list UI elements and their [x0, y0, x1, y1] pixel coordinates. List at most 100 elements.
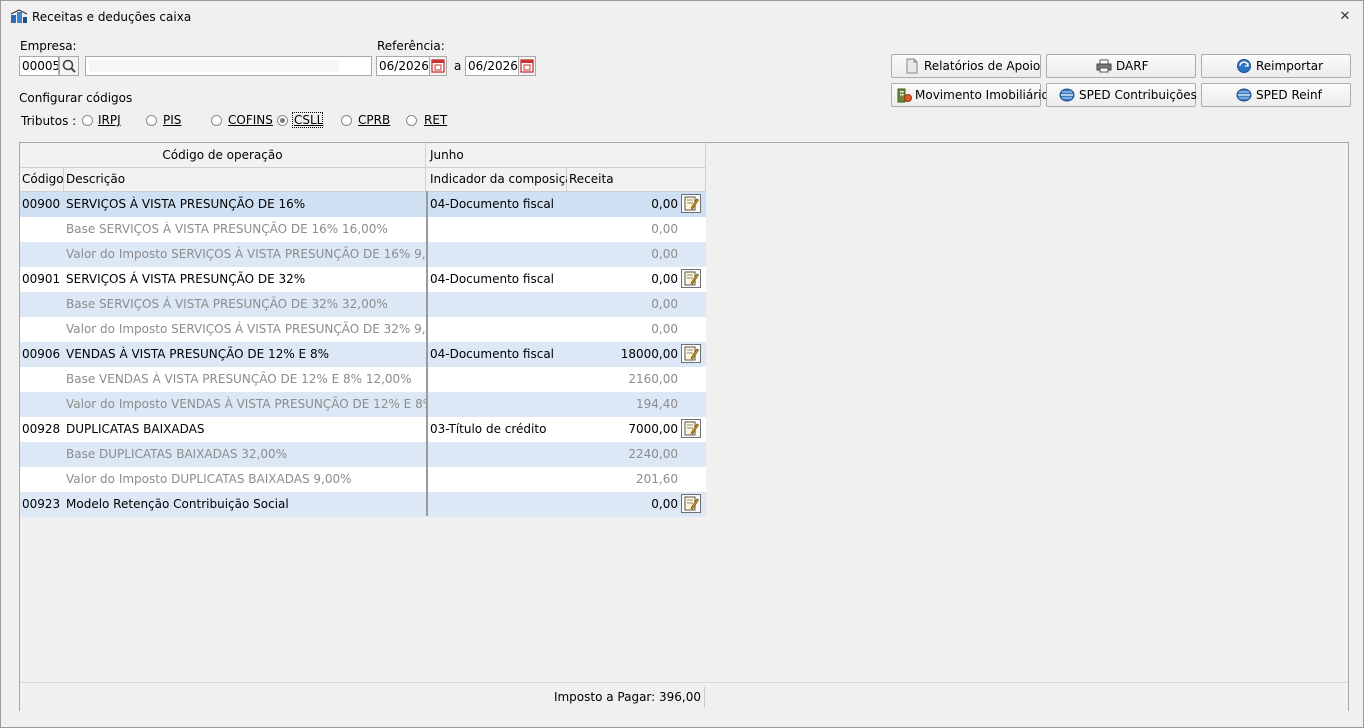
sped-reinf-button[interactable]: SPED Reinf: [1201, 83, 1351, 107]
cell-indicador: 03-Título de crédito: [430, 422, 547, 436]
relatorios-apoio-label: Relatórios de Apoio: [924, 59, 1041, 73]
cell-indicador: [430, 492, 567, 517]
referencia-separator: a: [454, 59, 462, 73]
radio-cofins-label[interactable]: COFINS: [228, 113, 273, 127]
column-header-descricao[interactable]: Descrição: [64, 168, 426, 192]
calendar-icon: [431, 59, 445, 73]
cell-descricao: Valor do Imposto SERVIÇOS Á VISTA PRESUN…: [66, 322, 426, 336]
data-grid[interactable]: Código de operação Junho Código Descriçã…: [19, 142, 1349, 711]
cell-codigo: [22, 242, 64, 267]
referencia-from-input[interactable]: 06/2026: [376, 56, 430, 76]
configurar-codigos-label: Configurar códigos: [19, 91, 133, 105]
edit-icon: [684, 496, 699, 511]
table-row[interactable]: Valor do Imposto DUPLICATAS BAIXADAS 9,0…: [20, 467, 706, 492]
reimportar-button[interactable]: Reimportar: [1201, 54, 1351, 78]
cell-descricao: Valor do Imposto DUPLICATAS BAIXADAS 9,0…: [66, 472, 352, 486]
column-header-codigo[interactable]: Código: [20, 168, 64, 192]
table-row[interactable]: Base VENDAS À VISTA PRESUNÇÃO DE 12% E 8…: [20, 367, 706, 392]
radio-cofins[interactable]: [211, 115, 222, 126]
table-row[interactable]: Valor do Imposto SERVIÇOS Á VISTA PRESUN…: [20, 317, 706, 342]
relatorios-apoio-button[interactable]: Relatórios de Apoio: [891, 54, 1041, 78]
radio-pis[interactable]: [146, 115, 157, 126]
document-icon: [906, 58, 918, 74]
table-row[interactable]: Base DUPLICATAS BAIXADAS 32,00% 2240,00: [20, 442, 706, 467]
cell-receita: 0,00: [651, 197, 678, 211]
printer-icon: [1096, 59, 1112, 73]
movimento-imobiliario-label: Movimento Imobiliário: [915, 88, 1049, 102]
sped-icon: [1059, 88, 1075, 102]
main-window: Receitas e deduções caixa ✕ Empresa: 000…: [0, 0, 1364, 728]
cell-codigo: 00900: [22, 197, 61, 211]
cell-receita: 2240,00: [628, 447, 678, 461]
table-row[interactable]: Base SERVIÇOS Á VISTA PRESUNÇÃO DE 32% 3…: [20, 292, 706, 317]
refresh-globe-icon: [1237, 59, 1251, 73]
cell-codigo: [22, 292, 64, 317]
column-header-receita[interactable]: Receita: [567, 168, 706, 192]
grid-footer: Imposto a Pagar: 396,00: [20, 682, 1348, 711]
table-row[interactable]: 00900 SERVIÇOS À VISTA PRESUNÇÃO DE 16% 04…: [20, 192, 706, 217]
cell-descricao: SERVIÇOS Á VISTA PRESUNÇÃO DE 32%: [66, 272, 306, 286]
sped-icon: [1236, 88, 1252, 102]
radio-irpj[interactable]: [82, 115, 93, 126]
edit-button[interactable]: [681, 194, 701, 213]
calendar-icon: [520, 59, 534, 73]
cell-indicador: [430, 217, 567, 242]
radio-ret-label[interactable]: RET: [424, 113, 447, 127]
empresa-name-input[interactable]: [85, 56, 372, 76]
cell-codigo: [22, 217, 64, 242]
edit-button[interactable]: [681, 344, 701, 363]
empresa-code-input[interactable]: 00005: [19, 56, 59, 76]
column-separator: [426, 191, 428, 516]
edit-icon: [684, 271, 699, 286]
table-row[interactable]: Base SERVIÇOS À VISTA PRESUNÇÃO DE 16% 1…: [20, 217, 706, 242]
darf-label: DARF: [1116, 59, 1149, 73]
cell-descricao: Valor do Imposto VENDAS À VISTA PRESUNÇÃ…: [66, 397, 426, 411]
darf-button[interactable]: DARF: [1046, 54, 1196, 78]
cell-codigo: 00928: [22, 422, 61, 436]
table-row[interactable]: 00906 VENDAS À VISTA PRESUNÇÃO DE 12% E 8…: [20, 342, 706, 367]
radio-cprb[interactable]: [341, 115, 352, 126]
edit-button[interactable]: [681, 494, 701, 513]
movimento-imobiliario-button[interactable]: Movimento Imobiliário: [891, 83, 1049, 107]
table-row[interactable]: Valor do Imposto VENDAS À VISTA PRESUNÇÃ…: [20, 392, 706, 417]
cell-receita: 0,00: [651, 497, 678, 511]
cell-codigo: [22, 317, 64, 342]
search-icon: [62, 59, 76, 73]
close-icon[interactable]: ✕: [1337, 9, 1353, 25]
cell-indicador: 04-Documento fiscal: [430, 192, 567, 217]
table-row[interactable]: 00928 DUPLICATAS BAIXADAS 03-Título de cré…: [20, 417, 706, 442]
table-row[interactable]: 00923 Modelo Retenção Contribuição Social…: [20, 492, 706, 517]
cell-codigo: 00906: [22, 347, 61, 361]
cell-indicador: 04-Documento fiscal: [430, 272, 555, 286]
edit-button[interactable]: [681, 419, 701, 438]
header-codigo-operacao: Código de operação: [20, 143, 426, 168]
radio-ret[interactable]: [406, 115, 417, 126]
radio-csll-label[interactable]: CSLL: [294, 113, 323, 127]
calendar-from-button[interactable]: [429, 56, 447, 76]
radio-irpj-text: IRPJ: [98, 113, 121, 127]
edit-icon: [684, 421, 699, 436]
radio-pis-label[interactable]: PIS: [163, 113, 181, 127]
radio-csll[interactable]: [277, 115, 288, 126]
search-button[interactable]: [59, 56, 79, 76]
radio-cprb-label[interactable]: CPRB: [358, 113, 390, 127]
table-row[interactable]: 00901 SERVIÇOS Á VISTA PRESUNÇÃO DE 32% 04…: [20, 267, 706, 292]
sped-contribuicoes-button[interactable]: SPED Contribuições: [1046, 83, 1197, 107]
cell-descricao: Base SERVIÇOS Á VISTA PRESUNÇÃO DE 32% 3…: [66, 297, 388, 311]
cell-indicador: [430, 242, 567, 267]
cell-indicador: [430, 292, 567, 317]
radio-csll-text: CSLL: [294, 113, 324, 127]
edit-icon: [684, 196, 699, 211]
calendar-to-button[interactable]: [518, 56, 536, 76]
cell-receita: 0,00: [651, 297, 678, 311]
column-header-indicador[interactable]: Indicador da composição: [426, 168, 580, 192]
cell-receita: 0,00: [651, 272, 678, 286]
radio-ret-text: RET: [424, 113, 448, 127]
cell-codigo: [22, 367, 64, 392]
cell-indicador: [430, 392, 567, 417]
edit-icon: [684, 346, 699, 361]
table-row[interactable]: Valor do Imposto SERVIÇOS À VISTA PRESUN…: [20, 242, 706, 267]
edit-button[interactable]: [681, 269, 701, 288]
referencia-to-input[interactable]: 06/2026: [465, 56, 519, 76]
radio-irpj-label[interactable]: IRPJ: [98, 113, 121, 127]
